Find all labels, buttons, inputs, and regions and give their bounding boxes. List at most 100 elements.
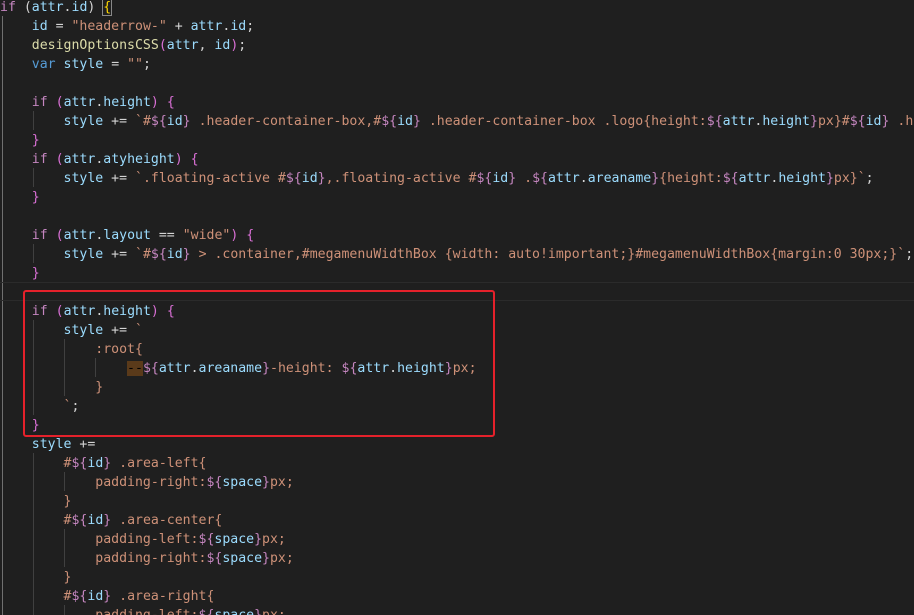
code-token: = xyxy=(47,19,72,34)
code-token: if xyxy=(31,95,48,110)
code-line[interactable]: padding-right:${space}px; xyxy=(0,473,914,492)
code-token: ( xyxy=(55,228,64,243)
code-token: style xyxy=(63,247,104,262)
code-token: padding-left: xyxy=(95,608,198,615)
code-token: { xyxy=(102,0,113,16)
code-line[interactable]: var style = ""; xyxy=(0,55,914,74)
code-line[interactable]: #${id} .area-right{ xyxy=(0,587,914,606)
code-line[interactable]: style += `#${id} > .container,#megamenuW… xyxy=(0,245,914,264)
code-line[interactable]: designOptionsCSS(attr, id); xyxy=(0,36,914,55)
code-token: if xyxy=(0,0,16,15)
code-token: } xyxy=(810,114,818,129)
code-token: var xyxy=(31,57,56,72)
code-token: += xyxy=(103,171,135,186)
code-token: px; xyxy=(269,551,294,566)
code-token: ; xyxy=(238,38,247,53)
code-token: height xyxy=(762,114,810,129)
code-token: id xyxy=(71,0,88,15)
code-token: ${ xyxy=(71,513,88,528)
code-token: += xyxy=(71,437,96,452)
code-token: atyheight xyxy=(103,152,175,167)
code-line[interactable]: style += xyxy=(0,435,914,454)
code-token: px}# xyxy=(817,114,850,129)
code-line[interactable]: padding-left:${space}px; xyxy=(0,530,914,549)
code-token: id xyxy=(87,456,104,471)
code-token: "wide" xyxy=(182,228,231,243)
code-token: > .container,#megamenuWidthBox {width: a… xyxy=(190,247,906,262)
code-line[interactable]: style += `.floating-active #${id},.float… xyxy=(0,169,914,188)
code-token: .area-left{ xyxy=(111,456,207,471)
code-token: = xyxy=(103,57,128,72)
code-line[interactable]: #${id} .area-center{ xyxy=(0,511,914,530)
code-token: } xyxy=(651,171,660,186)
code-token: id xyxy=(865,114,882,129)
highlight-annotation-box xyxy=(23,290,495,437)
code-line[interactable]: } xyxy=(0,131,914,150)
code-token: } xyxy=(825,171,834,186)
code-line[interactable]: if (attr.layout == "wide") { xyxy=(0,226,914,245)
code-token: ${ xyxy=(150,247,167,262)
code-line[interactable]: } xyxy=(0,568,914,587)
code-line[interactable]: style += `#${id} .header-container-box,#… xyxy=(0,112,914,131)
code-line[interactable]: } xyxy=(0,188,914,207)
code-line[interactable]: padding-left:${space}px; xyxy=(0,606,914,615)
code-token: attr xyxy=(166,38,199,53)
code-line[interactable]: } xyxy=(0,264,914,283)
code-token: id xyxy=(166,247,183,262)
code-token: ; xyxy=(905,247,914,262)
code-token: } xyxy=(63,494,72,509)
code-token: attr xyxy=(63,228,96,243)
code-token: ) xyxy=(150,95,159,110)
code-line[interactable]: if (attr.atyheight) { xyxy=(0,150,914,169)
code-token: attr xyxy=(63,95,96,110)
code-line[interactable] xyxy=(0,207,914,226)
code-token: space xyxy=(222,475,263,490)
code-token: "" xyxy=(127,57,143,72)
code-token: } xyxy=(31,266,40,281)
code-token: } xyxy=(508,171,517,186)
code-token: . xyxy=(63,0,72,15)
code-token: .header-container-box .logo{height: xyxy=(420,114,707,129)
code-token: ) xyxy=(87,0,104,15)
code-line[interactable]: id = "headerrow-" + attr.id; xyxy=(0,17,914,36)
code-token: ${ xyxy=(199,608,215,615)
code-token: padding-left: xyxy=(95,532,199,547)
code-token: `# xyxy=(135,247,151,262)
code-token: . xyxy=(516,171,533,186)
code-token: id xyxy=(87,513,104,528)
code-token: attr xyxy=(722,114,755,129)
code-token: + xyxy=(166,19,191,34)
code-token: px}` xyxy=(833,171,866,186)
code-token: ; xyxy=(142,57,151,72)
code-token: += xyxy=(103,247,135,262)
code-line[interactable]: if (attr.height) { xyxy=(0,93,914,112)
code-token: if xyxy=(31,228,48,243)
code-token: } xyxy=(262,475,270,490)
code-token: ( xyxy=(55,95,64,110)
code-token: id xyxy=(397,114,413,129)
code-token: height xyxy=(778,171,826,186)
code-token: `.floating-active # xyxy=(135,171,286,186)
code-line[interactable]: } xyxy=(0,492,914,511)
code-token: { xyxy=(246,228,255,243)
code-token: ${ xyxy=(476,171,493,186)
code-line[interactable]: padding-right:${space}px; xyxy=(0,549,914,568)
code-line[interactable] xyxy=(0,74,914,93)
code-token: ,.floating-active # xyxy=(325,171,477,186)
code-line[interactable]: #${id} .area-left{ xyxy=(0,454,914,473)
code-token: += xyxy=(103,114,135,129)
code-line[interactable]: if (attr.id) { xyxy=(0,0,914,17)
